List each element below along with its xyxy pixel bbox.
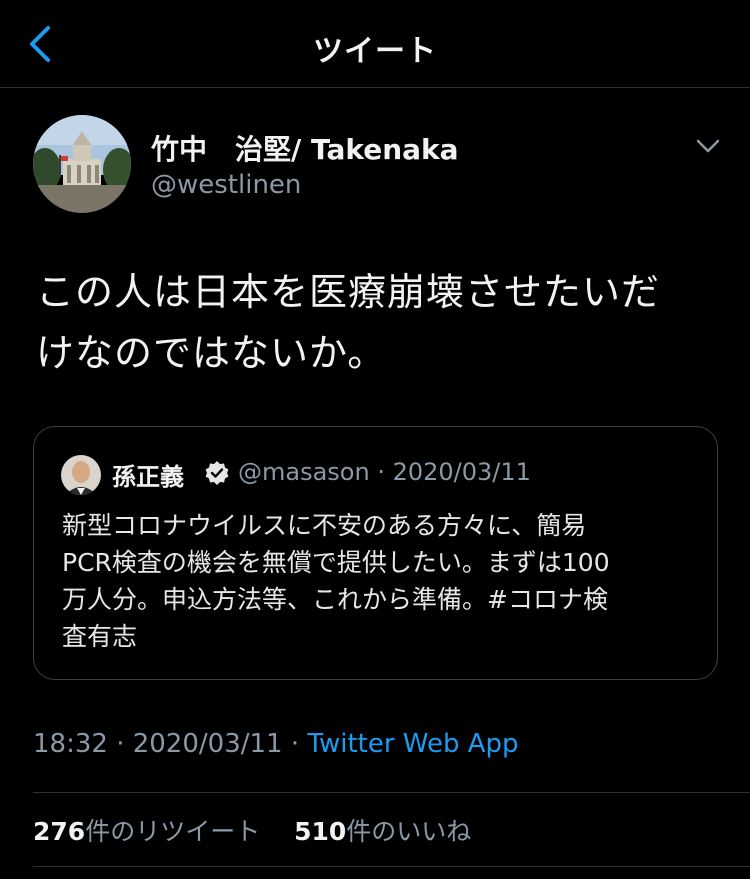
author-avatar[interactable] (33, 115, 131, 213)
retweets-label: 件のリツイート (85, 817, 261, 846)
quoted-author-name: 孫正義 (112, 463, 184, 491)
quoted-tweet-text: 新型コロナウイルスに不安のある方々に、簡易 PCR検査の機会を無償で提供したい。… (62, 507, 702, 655)
quoted-text-line: 査有志 (62, 622, 138, 651)
divider (33, 866, 750, 867)
likes-stat[interactable]: 510件のいいね (294, 817, 471, 846)
tweet-meta: 18:32 · 2020/03/11 · Twitter Web App (33, 729, 519, 759)
divider (33, 792, 750, 793)
tweet-text-line: この人は日本を医療崩壊させたいだ (36, 270, 661, 314)
retweets-count: 276 (33, 817, 86, 846)
retweets-stat[interactable]: 276件のリツイート (33, 817, 260, 846)
navigation-bar: ツイート (0, 0, 750, 88)
likes-count: 510 (294, 817, 347, 846)
quoted-author-avatar (61, 455, 101, 495)
tweet-source-link[interactable]: Twitter Web App (307, 729, 518, 759)
quoted-avatar-image (61, 455, 101, 495)
quoted-tweet[interactable]: 孫正義 @masason · 2020/03/11 新型コロナウイルスに不安のあ… (33, 426, 718, 680)
engagement-stats: 276件のリツイート 510件のいいね (33, 812, 471, 848)
tweet-text-line: けなのではないか。 (36, 331, 387, 375)
author-handle[interactable]: @westlinen (151, 170, 301, 200)
quoted-text-line: 万人分。申込方法等、これから準備。#コロナ検 (62, 585, 608, 614)
verified-badge-icon (205, 461, 229, 485)
avatar-image (33, 115, 131, 213)
likes-label: 件のいいね (346, 817, 472, 846)
tweet-timestamp: 18:32 · 2020/03/11 · (33, 729, 308, 759)
quoted-handle-date: @masason · 2020/03/11 (238, 458, 531, 486)
tweet-text: この人は日本を医療崩壊させたいだ けなのではないか。 (36, 262, 716, 384)
page-title: ツイート (313, 34, 437, 69)
chevron-down-icon[interactable] (692, 133, 724, 159)
quoted-text-line: 新型コロナウイルスに不安のある方々に、簡易 (62, 511, 587, 540)
quoted-text-line: PCR検査の機会を無償で提供したい。まずは100 (62, 548, 610, 577)
author-display-name[interactable]: 竹中 治堅/ Takenaka (151, 128, 459, 168)
